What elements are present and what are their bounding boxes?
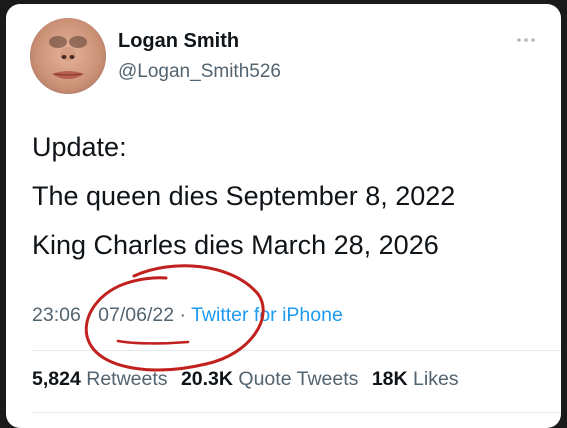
retweets-stat[interactable]: 5,824 Retweets bbox=[32, 368, 168, 390]
display-name[interactable]: Logan Smith bbox=[118, 30, 239, 53]
quote-tweets-stat[interactable]: 20.3K Quote Tweets bbox=[181, 368, 358, 390]
more-horizontal-icon bbox=[517, 38, 535, 42]
quote-tweets-count: 20.3K bbox=[180, 368, 233, 390]
retweets-count: 5,824 bbox=[32, 368, 81, 390]
meta-separator: · bbox=[86, 304, 93, 326]
tweet-text-line-1: Update: bbox=[32, 132, 127, 162]
likes-stat[interactable]: 18K Likes bbox=[372, 368, 459, 390]
tweet-text-line-3: King Charles dies March 28, 2026 bbox=[32, 230, 439, 260]
likes-label: Likes bbox=[413, 368, 459, 390]
tweet-date[interactable]: 07/06/22 bbox=[98, 304, 174, 326]
user-handle[interactable]: @Logan_Smith526 bbox=[118, 61, 281, 83]
quote-tweets-label: Quote Tweets bbox=[238, 368, 359, 390]
more-options-button[interactable] bbox=[511, 32, 541, 48]
avatar[interactable] bbox=[30, 18, 106, 94]
tweet-meta: 23:06 · 07/06/22 · Twitter for iPhone bbox=[32, 304, 343, 327]
tweet-text-line-2: The queen dies September 8, 2022 bbox=[32, 181, 456, 211]
tweet-stats: 5,824 Retweets 20.3K Quote Tweets 18K Li… bbox=[32, 368, 459, 391]
meta-separator: · bbox=[179, 304, 186, 326]
avatar-photo bbox=[30, 18, 106, 94]
divider bbox=[32, 350, 561, 351]
divider bbox=[32, 412, 561, 413]
tweet-time[interactable]: 23:06 bbox=[32, 304, 81, 326]
likes-count: 18K bbox=[371, 368, 408, 390]
retweets-label: Retweets bbox=[86, 368, 168, 390]
tweet-card: Logan Smith @Logan_Smith526 Update: The … bbox=[6, 4, 561, 428]
tweet-source-link[interactable]: Twitter for iPhone bbox=[191, 304, 343, 326]
